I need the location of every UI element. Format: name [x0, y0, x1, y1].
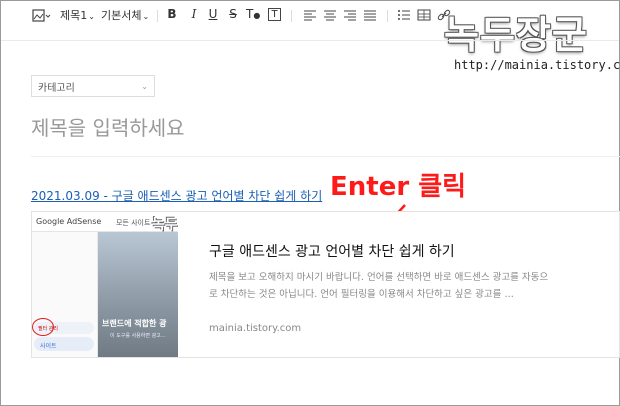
- align-right-icon[interactable]: [343, 8, 357, 22]
- link-preview-card[interactable]: Google AdSense 모든 사이트 브랜드에 적합한 광 이 도구를 사…: [31, 211, 620, 358]
- bullet-list-icon[interactable]: [397, 8, 411, 22]
- thumb-watermark: 녹두: [152, 217, 178, 233]
- italic-button[interactable]: I: [187, 7, 201, 21]
- watermark-title: 녹두장군: [444, 13, 588, 57]
- thumb-tab: 모든 사이트: [116, 219, 151, 227]
- toolbar-separator: [387, 10, 388, 22]
- text-color-button[interactable]: T●: [246, 7, 260, 21]
- bold-button[interactable]: B: [165, 7, 179, 21]
- thumb-overlay-text: 브랜드에 적합한 광: [102, 319, 167, 328]
- align-center-icon[interactable]: [323, 8, 337, 22]
- card-description: 제목을 보고 오해하지 마시기 바랍니다. 언어를 선택하면 바로 애드센스 광…: [209, 272, 549, 300]
- background-color-button[interactable]: T: [268, 8, 281, 21]
- watermark-url: http://mainia.tistory.com: [454, 58, 620, 72]
- thumb-overlay-sub: 이 도구를 사용하면 광고...: [110, 333, 166, 339]
- image-icon[interactable]: [29, 5, 51, 27]
- align-left-icon[interactable]: [303, 8, 317, 22]
- underline-button[interactable]: U: [206, 7, 220, 21]
- align-justify-icon[interactable]: [363, 8, 377, 22]
- strikethrough-button[interactable]: S: [226, 7, 240, 21]
- thumb-brand: Google AdSense: [36, 217, 102, 226]
- heading-select[interactable]: 제목1⌄: [60, 7, 95, 23]
- post-link[interactable]: 2021.03.09 - 구글 애드센스 광고 언어별 차단 쉽게 하기: [31, 187, 322, 204]
- card-domain: mainia.tistory.com: [209, 323, 302, 334]
- table-icon[interactable]: [417, 8, 431, 22]
- chevron-down-icon: ⌄: [141, 81, 148, 91]
- toolbar-divider: [1, 40, 619, 41]
- card-title: 구글 애드센스 광고 언어별 차단 쉽게 하기: [209, 244, 455, 260]
- thumb-highlight-circle: [32, 318, 54, 336]
- post-title-input[interactable]: 제목을 입력하세요: [31, 112, 185, 141]
- enter-annotation: Enter 클릭: [330, 172, 467, 202]
- card-thumbnail: Google AdSense 모든 사이트 브랜드에 적합한 광 이 도구를 사…: [32, 212, 178, 357]
- category-label: 카테고리: [38, 82, 75, 94]
- title-divider: [31, 156, 620, 157]
- font-select[interactable]: 기본서체⌄: [101, 7, 149, 23]
- category-select[interactable]: 카테고리 ⌄: [31, 75, 155, 97]
- toolbar-separator: [157, 10, 158, 22]
- thumb-pill: 사이트: [34, 337, 94, 351]
- toolbar-separator: [291, 10, 292, 22]
